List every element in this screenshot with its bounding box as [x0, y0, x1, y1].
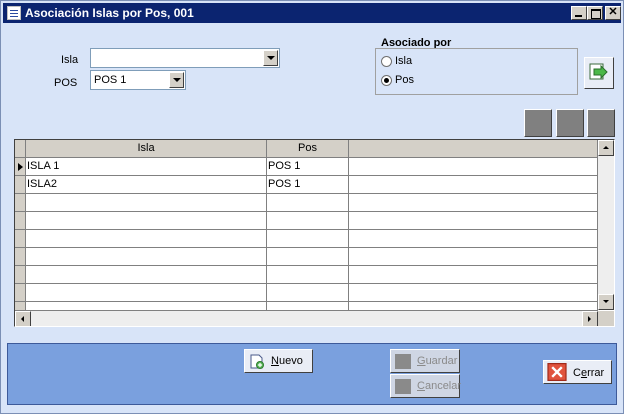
row-selector[interactable]: [15, 194, 26, 212]
row-selector[interactable]: [15, 302, 26, 311]
grid-corner-header: [15, 140, 26, 158]
nuevo-button[interactable]: Nuevo: [244, 349, 313, 373]
isla-combo[interactable]: [90, 48, 280, 68]
cell-blank[interactable]: [349, 284, 598, 302]
cell-pos[interactable]: [267, 284, 349, 302]
column-header-pos[interactable]: Pos: [267, 140, 349, 158]
row-selector[interactable]: [15, 158, 26, 176]
pos-combo[interactable]: POS 1: [90, 70, 186, 90]
cell-isla[interactable]: [26, 212, 267, 230]
cell-isla[interactable]: [26, 230, 267, 248]
radio-isla-label[interactable]: Isla: [395, 55, 412, 67]
window-title: Asociación Islas por Pos, 001: [25, 6, 194, 20]
cell-blank[interactable]: [349, 194, 598, 212]
cell-blank[interactable]: [349, 212, 598, 230]
link-arrow-icon: [589, 63, 608, 80]
row-selector[interactable]: [15, 284, 26, 302]
cell-pos[interactable]: POS 1: [267, 176, 349, 194]
cell-blank[interactable]: [349, 230, 598, 248]
cell-isla[interactable]: ISLA2: [26, 176, 267, 194]
apply-button[interactable]: [584, 57, 614, 89]
save-icon: [395, 354, 411, 369]
cell-isla[interactable]: [26, 302, 267, 311]
guardar-rest: uardar: [425, 355, 458, 367]
scroll-right-button[interactable]: [582, 311, 598, 326]
guardar-accel: G: [417, 355, 426, 367]
nuevo-accel: N: [271, 355, 279, 367]
maximize-button[interactable]: [587, 6, 603, 20]
cell-blank[interactable]: [349, 176, 598, 194]
cell-pos[interactable]: [267, 302, 349, 311]
cell-pos[interactable]: [267, 230, 349, 248]
cerrar-button[interactable]: Cerrar: [543, 360, 612, 384]
cerrar-prefix: C: [573, 367, 581, 379]
cancelar-rest: ancelar: [424, 380, 462, 392]
cell-blank[interactable]: [349, 248, 598, 266]
scrollbar-corner: [598, 311, 614, 326]
pos-label: POS: [54, 77, 78, 89]
cerrar-rest: rrar: [587, 367, 605, 379]
scroll-left-button[interactable]: [15, 311, 31, 326]
nuevo-rest: uevo: [278, 355, 303, 367]
main-window: Asociación Islas por Pos, 001 ✕ Isla POS…: [0, 0, 624, 414]
radio-isla[interactable]: [381, 56, 392, 67]
grid-action-button-3[interactable]: [587, 109, 615, 137]
grid-action-button-2[interactable]: [556, 109, 584, 137]
row-selector[interactable]: [15, 266, 26, 284]
horizontal-scrollbar[interactable]: [15, 311, 598, 326]
vertical-scrollbar[interactable]: [598, 140, 614, 310]
close-x-icon: [547, 363, 567, 381]
guardar-button[interactable]: Guardar: [390, 349, 460, 373]
scroll-up-button[interactable]: [598, 140, 614, 156]
cancel-icon: [395, 379, 411, 394]
close-icon: ✕: [608, 6, 618, 18]
radio-pos[interactable]: [381, 75, 392, 86]
isla-label: Isla: [61, 54, 79, 66]
row-selector[interactable]: [15, 230, 26, 248]
scroll-down-button[interactable]: [598, 294, 614, 310]
minimize-button[interactable]: [571, 6, 587, 20]
cell-blank[interactable]: [349, 158, 598, 176]
cell-pos[interactable]: POS 1: [267, 158, 349, 176]
column-header-isla[interactable]: Isla: [26, 140, 267, 158]
cell-pos[interactable]: [267, 212, 349, 230]
isla-dropdown-button[interactable]: [263, 50, 278, 66]
row-selector[interactable]: [15, 176, 26, 194]
cancelar-accel: C: [417, 380, 425, 392]
cell-isla[interactable]: [26, 194, 267, 212]
cell-isla[interactable]: [26, 266, 267, 284]
cell-blank[interactable]: [349, 302, 598, 311]
title-bar: Asociación Islas por Pos, 001 ✕: [3, 3, 621, 23]
current-row-icon: [18, 163, 23, 171]
row-selector[interactable]: [15, 248, 26, 266]
column-header-blank[interactable]: [349, 140, 598, 158]
cell-blank[interactable]: [349, 266, 598, 284]
cell-pos[interactable]: [267, 248, 349, 266]
radio-pos-label[interactable]: Pos: [395, 74, 414, 86]
cell-pos[interactable]: [267, 266, 349, 284]
new-document-icon: [250, 354, 264, 369]
pos-combo-value: POS 1: [94, 74, 127, 86]
cell-isla[interactable]: [26, 248, 267, 266]
cell-isla[interactable]: [26, 284, 267, 302]
asociaciones-grid[interactable]: Isla Pos ISLA 1 POS 1 ISLA2 POS 1: [14, 139, 615, 327]
cell-pos[interactable]: [267, 194, 349, 212]
pos-dropdown-button[interactable]: [169, 72, 184, 88]
grid-action-button-1[interactable]: [524, 109, 552, 137]
app-icon: [7, 6, 21, 20]
row-selector[interactable]: [15, 212, 26, 230]
cancelar-button[interactable]: Cancelar: [390, 374, 462, 398]
cell-isla[interactable]: ISLA 1: [26, 158, 267, 176]
close-window-button[interactable]: ✕: [605, 6, 621, 20]
